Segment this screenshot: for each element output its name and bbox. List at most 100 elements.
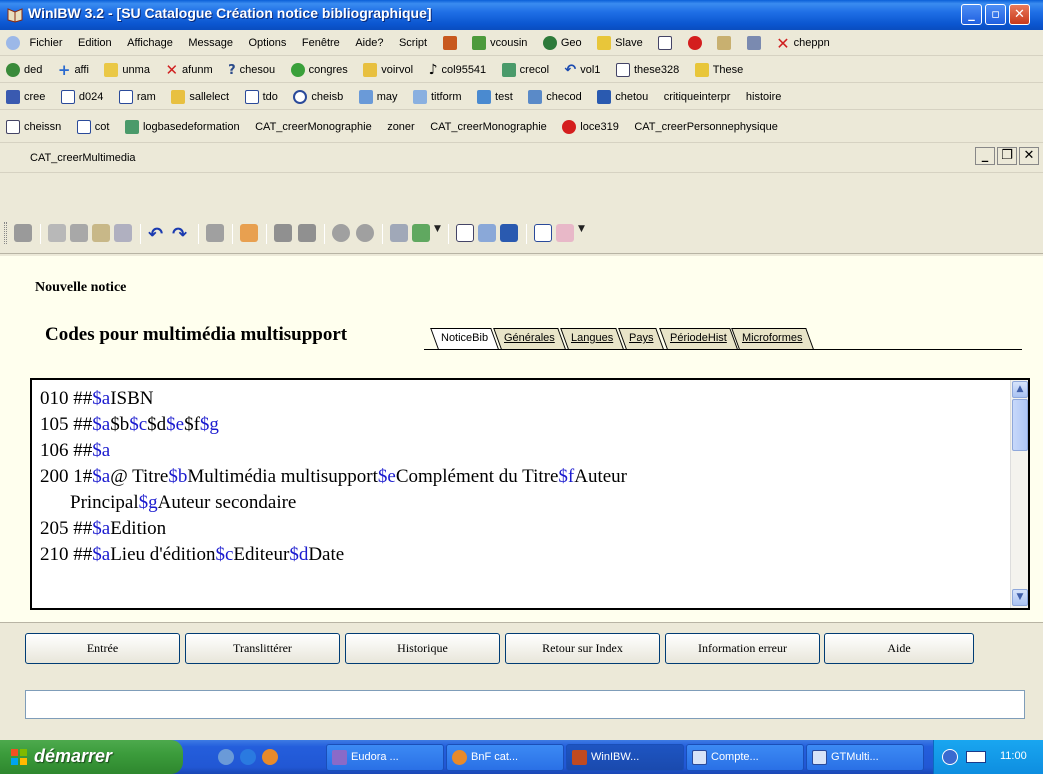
copy-icon[interactable] (70, 224, 88, 242)
scroll-up-icon[interactable]: ▲ (1012, 381, 1028, 398)
tab-generales[interactable]: Générales (493, 328, 566, 349)
script-tdo[interactable]: tdo (244, 84, 278, 109)
home-icon[interactable] (240, 224, 258, 242)
record-previous-icon[interactable] (274, 224, 292, 242)
script-afunm[interactable]: ✕ afunm (165, 57, 212, 82)
network-icon[interactable] (966, 751, 986, 763)
script-these[interactable]: These (694, 57, 743, 82)
task-gtmulti[interactable]: GTMulti... (806, 744, 924, 771)
script-cat-creermultimedia[interactable]: CAT_creerMultimedia (30, 143, 136, 172)
script-vcousin[interactable]: vcousin (472, 30, 527, 55)
maximize-button[interactable]: ▫ (985, 4, 1006, 25)
field-106[interactable]: 106 ##$a (40, 438, 1000, 464)
tab-langues[interactable]: Langues (560, 328, 624, 349)
minimize-button[interactable]: _ (961, 4, 982, 25)
script-cree[interactable]: cree (6, 84, 45, 109)
tab-pays[interactable]: Pays (618, 328, 665, 349)
script-cheisb[interactable]: cheisb (293, 84, 343, 109)
script-ded[interactable]: ded (6, 57, 42, 82)
message-field[interactable] (25, 690, 1025, 719)
tab-noticebib[interactable]: NoticeBib (430, 328, 499, 349)
task-bnf[interactable]: BnF cat... (446, 744, 564, 771)
paste-icon[interactable] (92, 224, 110, 242)
field-200[interactable]: 200 1#$a@ Titre$bMultimédia multisupport… (40, 464, 1000, 490)
menu-affichage[interactable]: Affichage (127, 30, 173, 55)
field-105[interactable]: 105 ##$a$b$c$d$e$f$g (40, 412, 1000, 438)
script-col95541[interactable]: ♪ col95541 (429, 57, 487, 82)
field-200-continuation[interactable]: Principal$gAuteur secondaire (40, 490, 1000, 516)
quicklaunch-desktop-icon[interactable] (218, 749, 234, 765)
mdi-close-button[interactable]: ✕ (1019, 147, 1039, 165)
clock[interactable]: 11:00 (1000, 750, 1027, 762)
dropdown-arrow-icon[interactable]: ▼ (434, 224, 442, 242)
script-icon[interactable] (390, 224, 408, 242)
script-test[interactable]: test (477, 84, 513, 109)
script-ram[interactable]: ram (118, 84, 156, 109)
start-button[interactable]: démarrer (0, 740, 183, 774)
menu-options[interactable]: Options (248, 30, 286, 55)
script-slave[interactable]: Slave (597, 30, 643, 55)
editor-scrollbar[interactable]: ▲ ▼ (1010, 380, 1028, 608)
menu-fenetre[interactable]: Fenêtre (302, 30, 340, 55)
cut-icon[interactable] (48, 224, 66, 242)
script-checod[interactable]: checod (528, 84, 582, 109)
task-eudora[interactable]: Eudora ... (326, 744, 444, 771)
menu-script[interactable]: Script (399, 30, 427, 55)
scroll-down-icon[interactable]: ▼ (1012, 589, 1028, 606)
font-icon[interactable] (412, 224, 430, 242)
script-cheissn[interactable]: cheissn (6, 111, 61, 142)
script-d024[interactable]: d024 (60, 84, 103, 109)
script-cheppn[interactable]: ✕ cheppn (776, 30, 830, 55)
script-logbasedeformation[interactable]: logbasedeformation (124, 111, 240, 142)
script-affi[interactable]: + affi (58, 57, 89, 82)
find-icon[interactable] (114, 224, 132, 242)
toolbar-paste-button[interactable] (717, 30, 732, 55)
script-congres[interactable]: congres (290, 57, 348, 82)
toolbar-users-button[interactable] (442, 30, 457, 55)
field-205[interactable]: 205 ##$aEdition (40, 516, 1000, 542)
menu-aide[interactable]: Aide? (355, 30, 383, 55)
script-voirvol[interactable]: voirvol (363, 57, 413, 82)
quicklaunch-firefox-icon[interactable] (262, 749, 278, 765)
aide-button[interactable]: Aide (824, 633, 974, 664)
script-these328[interactable]: these328 (615, 57, 679, 82)
script-vol1[interactable]: ↶ vol1 (565, 57, 601, 82)
translitterer-button[interactable]: Translittérer (185, 633, 340, 664)
entree-button[interactable]: Entrée (25, 633, 180, 664)
mdi-restore-button[interactable]: ❐ (997, 147, 1017, 165)
script-sallelect[interactable]: sallelect (171, 84, 229, 109)
quicklaunch-ie-icon[interactable] (240, 749, 256, 765)
toolbar-01-button[interactable] (658, 30, 673, 55)
tab-periodehist[interactable]: PériodeHist (658, 328, 738, 349)
script-may[interactable]: may (358, 84, 397, 109)
script-cat-creermonographie[interactable]: CAT_creerMonographie (255, 111, 372, 142)
script-cat-creerpersonnephysique[interactable]: CAT_creerPersonnephysique (634, 111, 777, 142)
toolbar-filter-button[interactable] (746, 30, 761, 55)
field-010[interactable]: 010 ##$aISBN (40, 386, 1000, 412)
bookmark-icon[interactable] (556, 224, 574, 242)
mdi-minimize-button[interactable]: _ (975, 147, 995, 165)
field-210[interactable]: 210 ##$aLieu d'édition$cEditeur$dDate (40, 542, 1000, 568)
script-chetou[interactable]: chetou (597, 84, 648, 109)
dropdown-arrow-icon[interactable]: ▼ (578, 224, 586, 242)
print-icon[interactable] (14, 224, 32, 242)
binary-icon[interactable] (456, 224, 474, 242)
information-erreur-button[interactable]: Information erreur (665, 633, 820, 664)
menu-edition[interactable]: Edition (78, 30, 112, 55)
disk-icon[interactable] (206, 224, 224, 242)
menu-message[interactable]: Message (188, 30, 233, 55)
historique-button[interactable]: Historique (345, 633, 500, 664)
script-titform[interactable]: titform (412, 84, 462, 109)
script-geo[interactable]: Geo (542, 30, 582, 55)
record-editor[interactable]: 010 ##$aISBN 105 ##$a$b$c$d$e$f$g 106 ##… (30, 378, 1030, 610)
script-loce319[interactable]: loce319 (562, 111, 619, 142)
toolbar-stop-button[interactable] (687, 30, 702, 55)
back-icon[interactable] (332, 224, 350, 242)
retour-sur-index-button[interactable]: Retour sur Index (505, 633, 660, 664)
script-unma[interactable]: unma (104, 57, 150, 82)
task-compte[interactable]: Compte... (686, 744, 804, 771)
redo-icon[interactable]: ↷ (172, 224, 190, 245)
tray-expand-icon[interactable] (942, 749, 958, 765)
close-button[interactable]: ✕ (1009, 4, 1030, 25)
tab-microformes[interactable]: Microformes (731, 328, 814, 349)
